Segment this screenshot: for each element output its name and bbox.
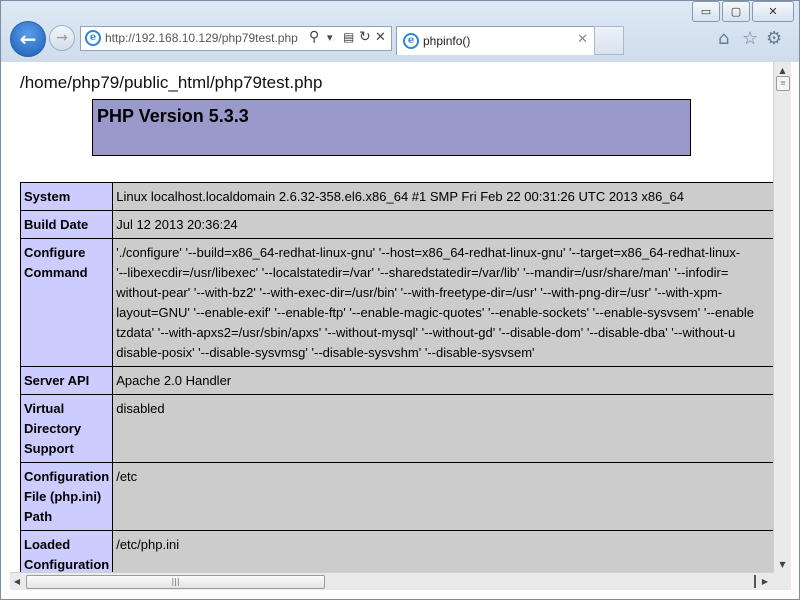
browser-chrome: ▭ ▢ ✕ ← → e http://192.168.10.129/php79t…: [0, 0, 800, 62]
table-row: System Linux localhost.localdomain 2.6.3…: [19, 182, 773, 211]
close-window-button[interactable]: ✕: [752, 1, 794, 22]
minimize-button[interactable]: ▭: [692, 1, 720, 22]
window-controls: ▭ ▢ ✕: [692, 1, 794, 22]
configure-line: without-pear' '--with-bz2' '--with-exec-…: [116, 285, 723, 300]
page-viewport[interactable]: /home/php79/public_html/php79test.php PH…: [10, 62, 773, 572]
configure-line: layout=GNU' '--enable-exif' '--enable-ft…: [116, 305, 755, 320]
scroll-down-icon[interactable]: ▼: [774, 556, 791, 572]
row-value: './configure' '--build=x86_64-redhat-lin…: [112, 238, 773, 367]
refresh-icon[interactable]: ↻: [359, 29, 371, 45]
row-label: Server API: [19, 366, 114, 395]
configure-line: '--libexecdir=/usr/libexec' '--localstat…: [116, 265, 729, 280]
row-label: System: [19, 182, 114, 211]
search-icon[interactable]: ⚲: [309, 29, 319, 45]
ie-icon: e: [85, 30, 101, 46]
new-tab-button[interactable]: [594, 26, 624, 55]
home-icon[interactable]: ⌂: [718, 28, 729, 49]
tab-phpinfo[interactable]: e phpinfo() ✕: [396, 26, 596, 55]
ie-icon: e: [403, 33, 419, 49]
configure-line: './configure' '--build=x86_64-redhat-lin…: [116, 245, 741, 260]
row-value: Apache 2.0 Handler: [112, 366, 773, 395]
back-button[interactable]: ←: [10, 21, 46, 57]
scroll-left-icon[interactable]: ◀: [10, 573, 24, 589]
vertical-scrollbar[interactable]: ▲ ≡ ▼: [773, 62, 791, 572]
table-row: Configuration File (php.ini) Path /etc: [19, 462, 773, 531]
row-value: /etc/php.ini: [112, 530, 773, 572]
table-row: Virtual Directory Support disabled: [19, 394, 773, 463]
php-version-title: PHP Version 5.3.3: [97, 106, 249, 126]
vertical-scroll-thumb[interactable]: ≡: [776, 76, 790, 91]
scroll-right-icon[interactable]: ▶: [758, 573, 772, 589]
php-version-header: PHP Version 5.3.3: [92, 99, 691, 156]
scrollbar-corner: [773, 572, 791, 590]
row-label: Configuration File (php.ini) Path: [19, 462, 114, 531]
address-bar[interactable]: e http://192.168.10.129/php79test.php ⚲ …: [80, 26, 392, 51]
row-value: Linux localhost.localdomain 2.6.32-358.e…: [112, 182, 773, 211]
forward-button[interactable]: →: [49, 25, 75, 51]
address-dropdown-icon[interactable]: ▾: [327, 31, 333, 44]
table-row: Build Date Jul 12 2013 20:36:24: [19, 210, 773, 239]
row-label: Virtual Directory Support: [19, 394, 114, 463]
horizontal-scrollbar[interactable]: ◀ ||| ▶: [10, 572, 773, 590]
script-path: /home/php79/public_html/php79test.php: [20, 73, 323, 92]
row-value: disabled: [112, 394, 773, 463]
horizontal-scroll-thumb[interactable]: |||: [26, 575, 325, 589]
table-row: Configure Command './configure' '--build…: [19, 238, 773, 367]
row-label: Loaded Configuration File: [19, 530, 114, 572]
row-value: /etc: [112, 462, 773, 531]
configure-line: disable-posix' '--disable-sysvmsg' '--di…: [116, 345, 535, 360]
row-label: Build Date: [19, 210, 114, 239]
tab-close-icon[interactable]: ✕: [577, 32, 588, 47]
scroll-track-marker: [754, 575, 756, 588]
table-row: Loaded Configuration File /etc/php.ini: [19, 530, 773, 572]
maximize-button[interactable]: ▢: [722, 1, 750, 22]
stop-icon[interactable]: ✕: [375, 30, 386, 45]
compatibility-view-icon[interactable]: ▤: [343, 30, 354, 44]
table-row: Server API Apache 2.0 Handler: [19, 366, 773, 395]
tab-title: phpinfo(): [423, 34, 471, 48]
favorites-icon[interactable]: ☆: [742, 28, 758, 49]
url-text[interactable]: http://192.168.10.129/php79test.php: [105, 31, 305, 45]
row-label: Configure Command: [19, 238, 114, 367]
row-value: Jul 12 2013 20:36:24: [112, 210, 773, 239]
tools-gear-icon[interactable]: ⚙: [766, 28, 782, 49]
configure-line: tzdata' '--with-apxs2=/usr/sbin/apxs' '-…: [116, 325, 736, 340]
phpinfo-table: System Linux localhost.localdomain 2.6.3…: [19, 182, 773, 572]
